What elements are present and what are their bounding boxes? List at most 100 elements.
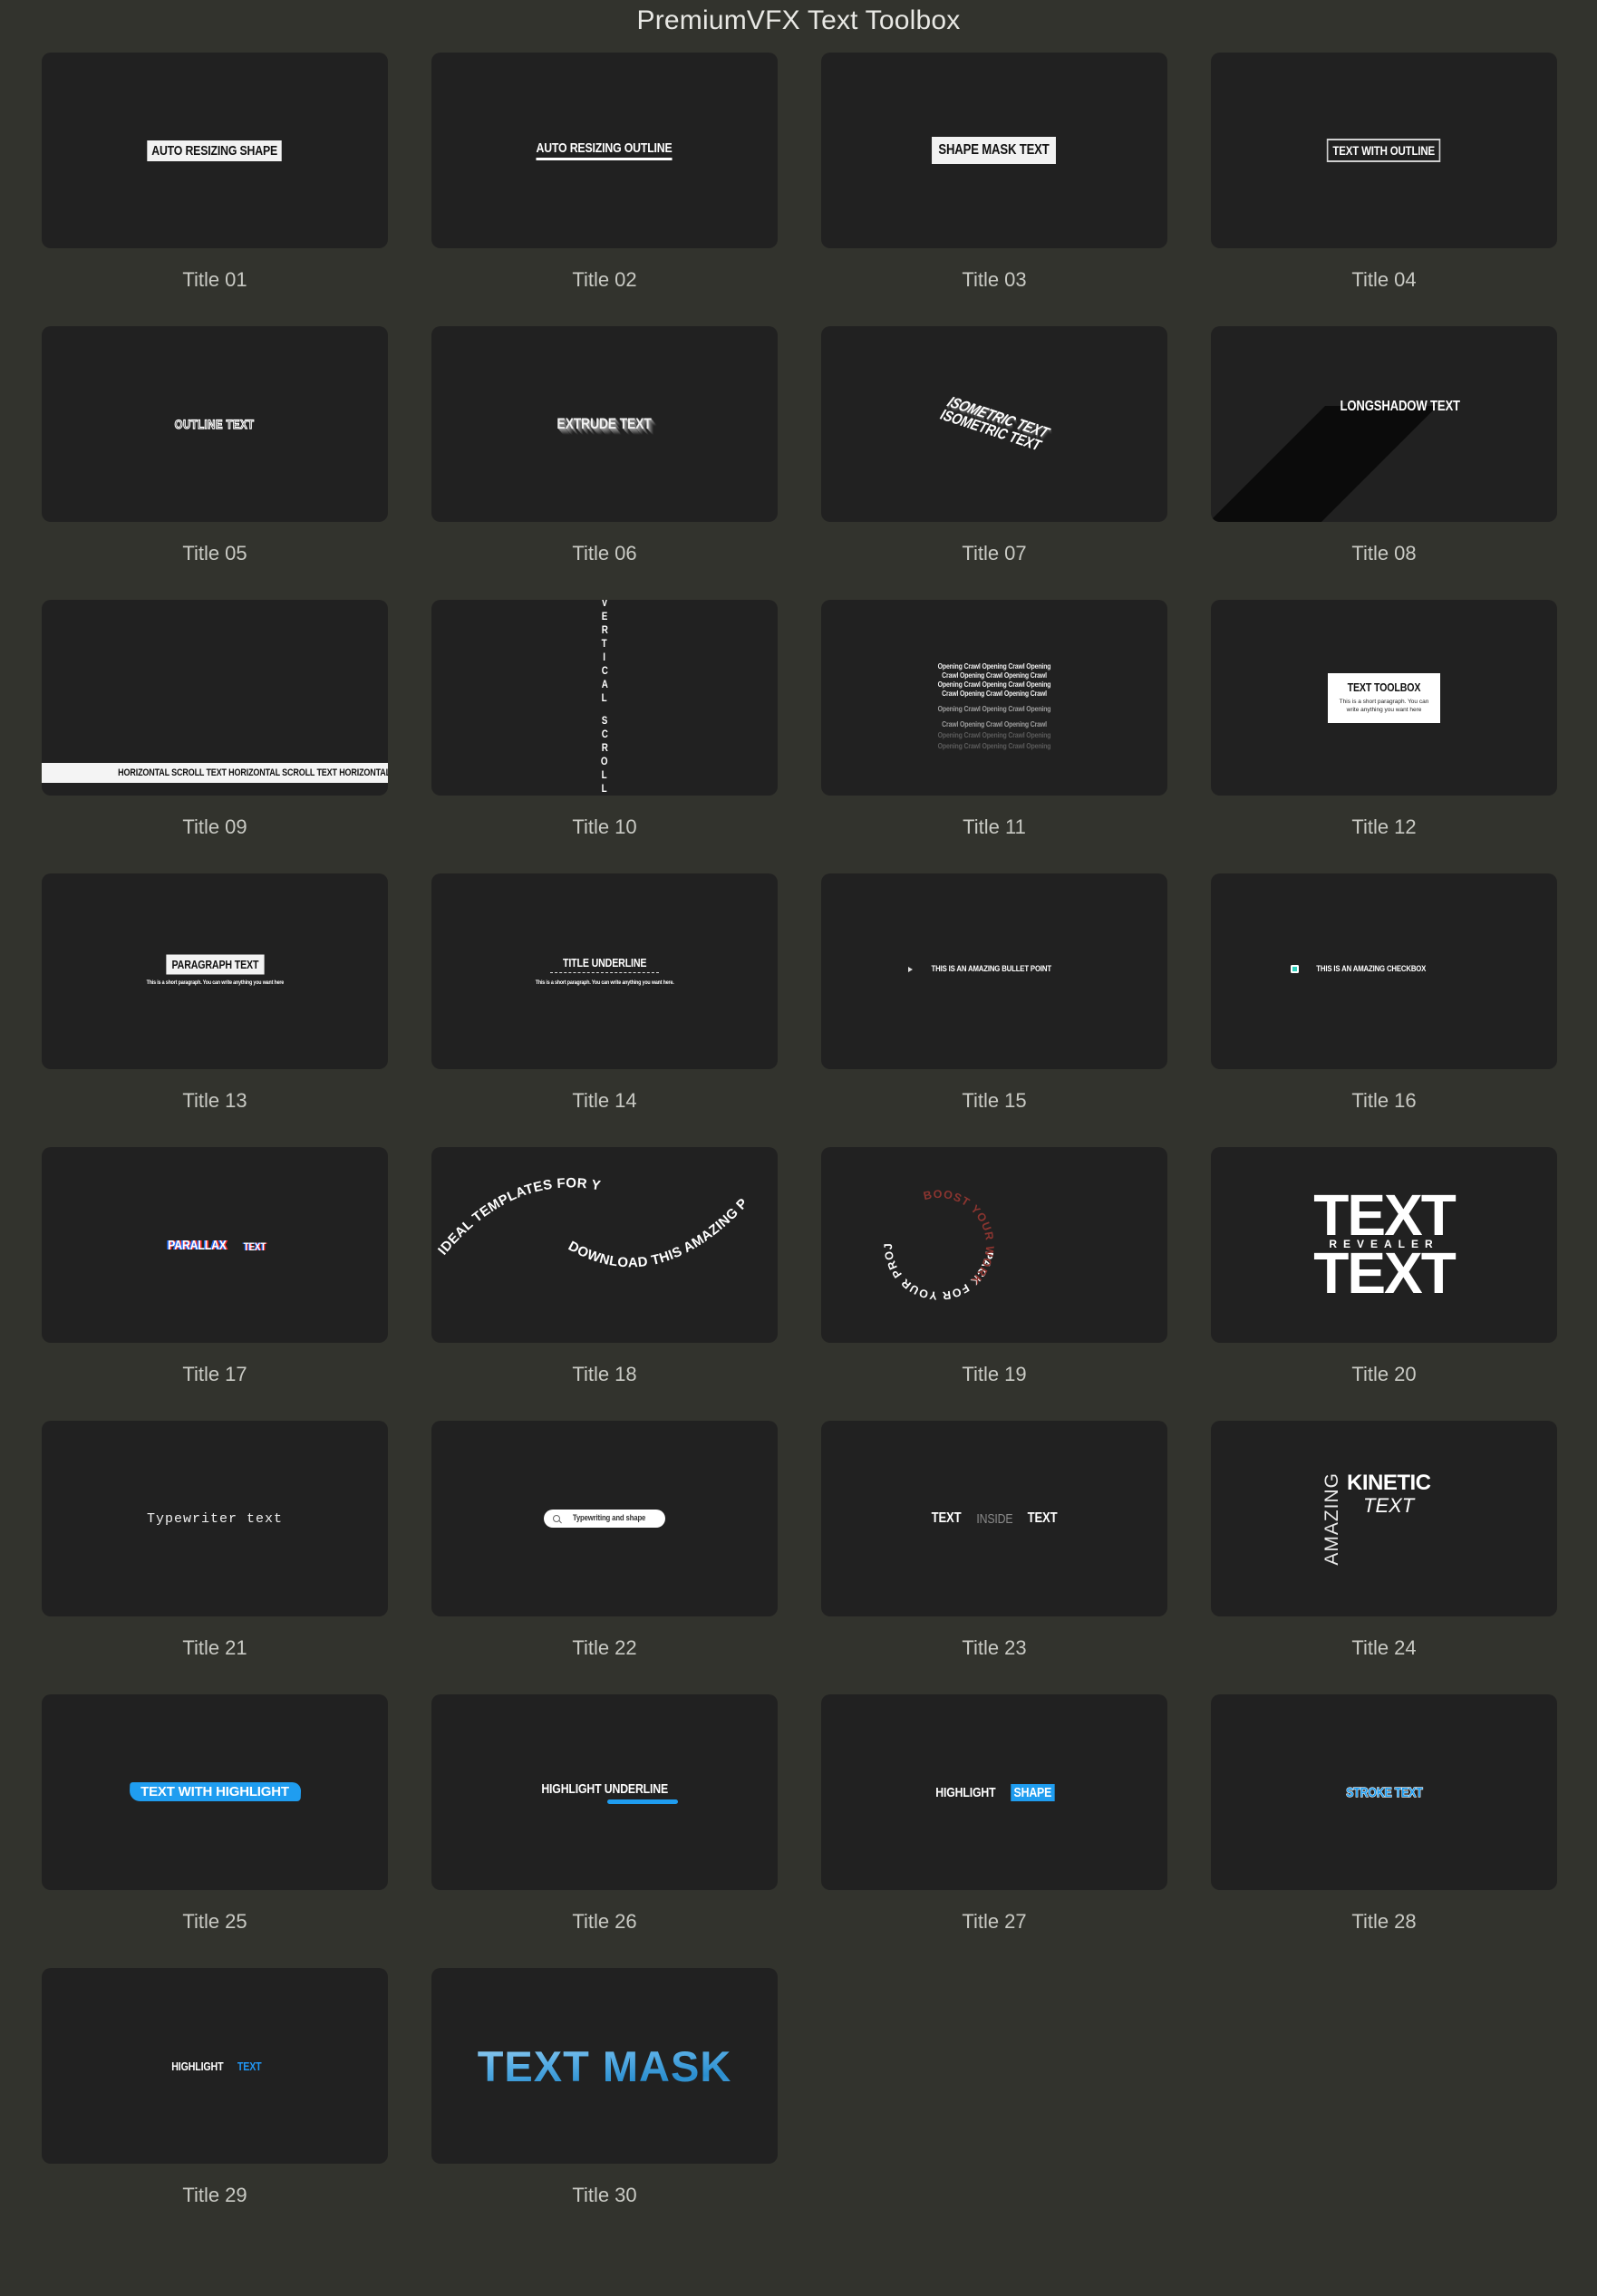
grid-cell[interactable]: TEXT INSIDE TEXT Title 23: [821, 1421, 1167, 1694]
preview-thumbnail-19[interactable]: PACK FOR YOUR PROJECTS, STAY CREATIVE, B…: [821, 1147, 1167, 1343]
vertical-char: A: [601, 678, 608, 690]
grid-cell[interactable]: TEXT WITH OUTLINE Title 04: [1211, 53, 1557, 326]
brush-underline-group: HIGHLIGHT UNDERLINE: [527, 1781, 682, 1804]
grid-cell[interactable]: TEXT REVEALER TEXT Title 20: [1211, 1147, 1557, 1421]
grid-cell[interactable]: VERTICALSCROLLTEXT Title 10: [431, 600, 778, 873]
tile-caption: Title 19: [962, 1363, 1027, 1385]
grid-cell[interactable]: PARAGRAPH TEXT This is a short paragraph…: [42, 873, 388, 1147]
preview-thumbnail-29[interactable]: HIGHLIGHT TEXT: [42, 1968, 388, 2164]
preview-text: TEXT WITH OUTLINE: [1327, 139, 1441, 162]
preview-text: THIS IS AN AMAZING BULLET POINT: [931, 964, 1052, 974]
preview-text-secondary: SHAPE: [1011, 1783, 1055, 1801]
preview-thumbnail-27[interactable]: HIGHLIGHT SHAPE: [821, 1694, 1167, 1890]
preview-text: PARAGRAPH TEXT: [167, 956, 263, 973]
grid-cell[interactable]: EXTRUDE TEXT Title 06: [431, 326, 778, 600]
grid-cell[interactable]: IDEAL TEMPLATES FOR YOU! DOWNLOAD THIS A…: [431, 1147, 778, 1421]
search-pill[interactable]: Typewriting and shape: [544, 1510, 665, 1528]
preview-thumbnail-06[interactable]: EXTRUDE TEXT: [431, 326, 778, 522]
tile-caption: Title 11: [963, 815, 1026, 838]
ticker-bar: HORIZONTAL SCROLL TEXT HORIZONTAL SCROLL…: [42, 763, 388, 783]
grid-cell[interactable]: LONGSHADOW TEXT Title 08: [1211, 326, 1557, 600]
preview-thumbnail-02[interactable]: AUTO RESIZING OUTLINE: [431, 53, 778, 248]
preview-thumbnail-12[interactable]: TEXT TOOLBOX This is a short paragraph. …: [1211, 600, 1557, 796]
preview-thumbnail-05[interactable]: OUTLINE TEXT: [42, 326, 388, 522]
preview-thumbnail-13[interactable]: PARAGRAPH TEXT This is a short paragraph…: [42, 873, 388, 1069]
grid-cell[interactable]: AUTO RESIZING SHAPE Title 01: [42, 53, 388, 326]
preview-thumbnail-03[interactable]: SHAPE MASK TEXT: [821, 53, 1167, 248]
tile-caption: Title 17: [182, 1363, 247, 1385]
vertical-char: S: [601, 714, 608, 727]
grid-cell[interactable]: HIGHLIGHT UNDERLINE Title 26: [431, 1694, 778, 1968]
grid-cell[interactable]: TITLE UNDERLINE This is a short paragrap…: [431, 873, 778, 1147]
text-inside-text-group: TEXT INSIDE TEXT: [928, 1510, 1061, 1527]
grid-cell[interactable]: TEXT TOOLBOX This is a short paragraph. …: [1211, 600, 1557, 873]
preview-thumbnail-14[interactable]: TITLE UNDERLINE This is a short paragrap…: [431, 873, 778, 1069]
preview-thumbnail-08[interactable]: LONGSHADOW TEXT: [1211, 326, 1557, 522]
preview-thumbnail-10[interactable]: VERTICALSCROLLTEXT: [431, 600, 778, 796]
grid-cell[interactable]: PARALLAX TEXT Title 17: [42, 1147, 388, 1421]
grid-cell[interactable]: TEXT WITH HIGHLIGHT Title 25: [42, 1694, 388, 1968]
grid-cell[interactable]: Typewriter text Title 21: [42, 1421, 388, 1694]
preview-thumbnail-17[interactable]: PARALLAX TEXT: [42, 1147, 388, 1343]
grid-cell[interactable]: TEXT MASK Title 30: [431, 1968, 778, 2242]
bullet-triangle-icon: [908, 966, 913, 972]
vertical-text-column: VERTICALSCROLLTEXT: [600, 600, 608, 796]
preview-thumbnail-22[interactable]: Typewriting and shape: [431, 1421, 778, 1616]
preview-text: TEXT: [1313, 1182, 1457, 1249]
vertical-char: C: [601, 728, 608, 740]
preview-thumbnail-25[interactable]: TEXT WITH HIGHLIGHT: [42, 1694, 388, 1890]
grid-cell[interactable]: Typewriting and shape Title 22: [431, 1421, 778, 1694]
grid-cell[interactable]: PACK FOR YOUR PROJECTS, STAY CREATIVE, B…: [821, 1147, 1167, 1421]
preview-body: This is a short paragraph. You can write…: [1339, 698, 1429, 713]
tile-caption: Title 25: [182, 1910, 247, 1933]
grid-cell[interactable]: ISOMETRIC TEXT ISOMETRIC TEXT Title 07: [821, 326, 1167, 600]
empty-slot: [1211, 1968, 1557, 2242]
crawl-line: Opening Crawl Opening Crawl Opening: [937, 661, 1051, 670]
tile-caption: Title 23: [962, 1636, 1027, 1659]
vertical-char: I: [603, 651, 606, 663]
paragraph-group: TITLE UNDERLINE This is a short paragrap…: [520, 956, 689, 987]
brush-highlight: TEXT WITH HIGHLIGHT: [131, 1781, 298, 1803]
vertical-char: L: [602, 782, 607, 795]
preview-thumbnail-24[interactable]: AMAZING KINETIC TEXT: [1211, 1421, 1557, 1616]
preview-text: TEXT: [931, 1510, 961, 1526]
grid-cell[interactable]: AMAZING KINETIC TEXT Title 24: [1211, 1421, 1557, 1694]
preview-thumbnail-07[interactable]: ISOMETRIC TEXT ISOMETRIC TEXT: [821, 326, 1167, 522]
tile-caption: Title 26: [572, 1910, 637, 1933]
tile-caption: Title 22: [572, 1636, 637, 1659]
vertical-char: R: [601, 741, 608, 754]
grid-cell[interactable]: HORIZONTAL SCROLL TEXT HORIZONTAL SCROLL…: [42, 600, 388, 873]
preview-thumbnail-30[interactable]: TEXT MASK: [431, 1968, 778, 2164]
preview-thumbnail-20[interactable]: TEXT REVEALER TEXT: [1211, 1147, 1557, 1343]
preview-thumbnail-16[interactable]: THIS IS AN AMAZING CHECKBOX: [1211, 873, 1557, 1069]
white-card: TEXT TOOLBOX This is a short paragraph. …: [1328, 672, 1440, 723]
preview-thumbnail-26[interactable]: HIGHLIGHT UNDERLINE: [431, 1694, 778, 1890]
preview-thumbnail-18[interactable]: IDEAL TEMPLATES FOR YOU! DOWNLOAD THIS A…: [431, 1147, 778, 1343]
preview-thumbnail-21[interactable]: Typewriter text: [42, 1421, 388, 1616]
preview-text-tertiary: TEXT: [1363, 1494, 1415, 1517]
highlight-word-group: HIGHLIGHT TEXT: [166, 2060, 264, 2073]
preview-text: AUTO RESIZING SHAPE: [147, 140, 283, 161]
preview-thumbnail-11[interactable]: Opening Crawl Opening Crawl Opening Crawl…: [821, 600, 1167, 796]
preview-thumbnail-28[interactable]: STROKE TEXT: [1211, 1694, 1557, 1890]
preview-body: This is a short paragraph. You can write…: [535, 979, 674, 986]
grid-cell[interactable]: HIGHLIGHT TEXT Title 29: [42, 1968, 388, 2242]
preview-thumbnail-04[interactable]: TEXT WITH OUTLINE: [1211, 53, 1557, 248]
preview-thumbnail-09[interactable]: HORIZONTAL SCROLL TEXT HORIZONTAL SCROLL…: [42, 600, 388, 796]
preview-thumbnail-23[interactable]: TEXT INSIDE TEXT: [821, 1421, 1167, 1616]
grid-cell[interactable]: THIS IS AN AMAZING BULLET POINT Title 15: [821, 873, 1167, 1147]
grid-cell[interactable]: HIGHLIGHT SHAPE Title 27: [821, 1694, 1167, 1968]
preview-thumbnail-01[interactable]: AUTO RESIZING SHAPE: [42, 53, 388, 248]
preview-text: PARALLAX: [168, 1237, 227, 1253]
vertical-char: V: [601, 600, 608, 609]
grid-cell[interactable]: Opening Crawl Opening Crawl Opening Crawl…: [821, 600, 1167, 873]
underline-brush: [606, 1799, 678, 1804]
preview-text: OUTLINE TEXT: [175, 416, 255, 431]
tile-caption: Title 12: [1351, 815, 1417, 838]
grid-cell[interactable]: OUTLINE TEXT Title 05: [42, 326, 388, 600]
preview-thumbnail-15[interactable]: THIS IS AN AMAZING BULLET POINT: [821, 873, 1167, 1069]
grid-cell[interactable]: THIS IS AN AMAZING CHECKBOX Title 16: [1211, 873, 1557, 1147]
grid-cell[interactable]: STROKE TEXT Title 28: [1211, 1694, 1557, 1968]
grid-cell[interactable]: SHAPE MASK TEXT Title 03: [821, 53, 1167, 326]
grid-cell[interactable]: AUTO RESIZING OUTLINE Title 02: [431, 53, 778, 326]
